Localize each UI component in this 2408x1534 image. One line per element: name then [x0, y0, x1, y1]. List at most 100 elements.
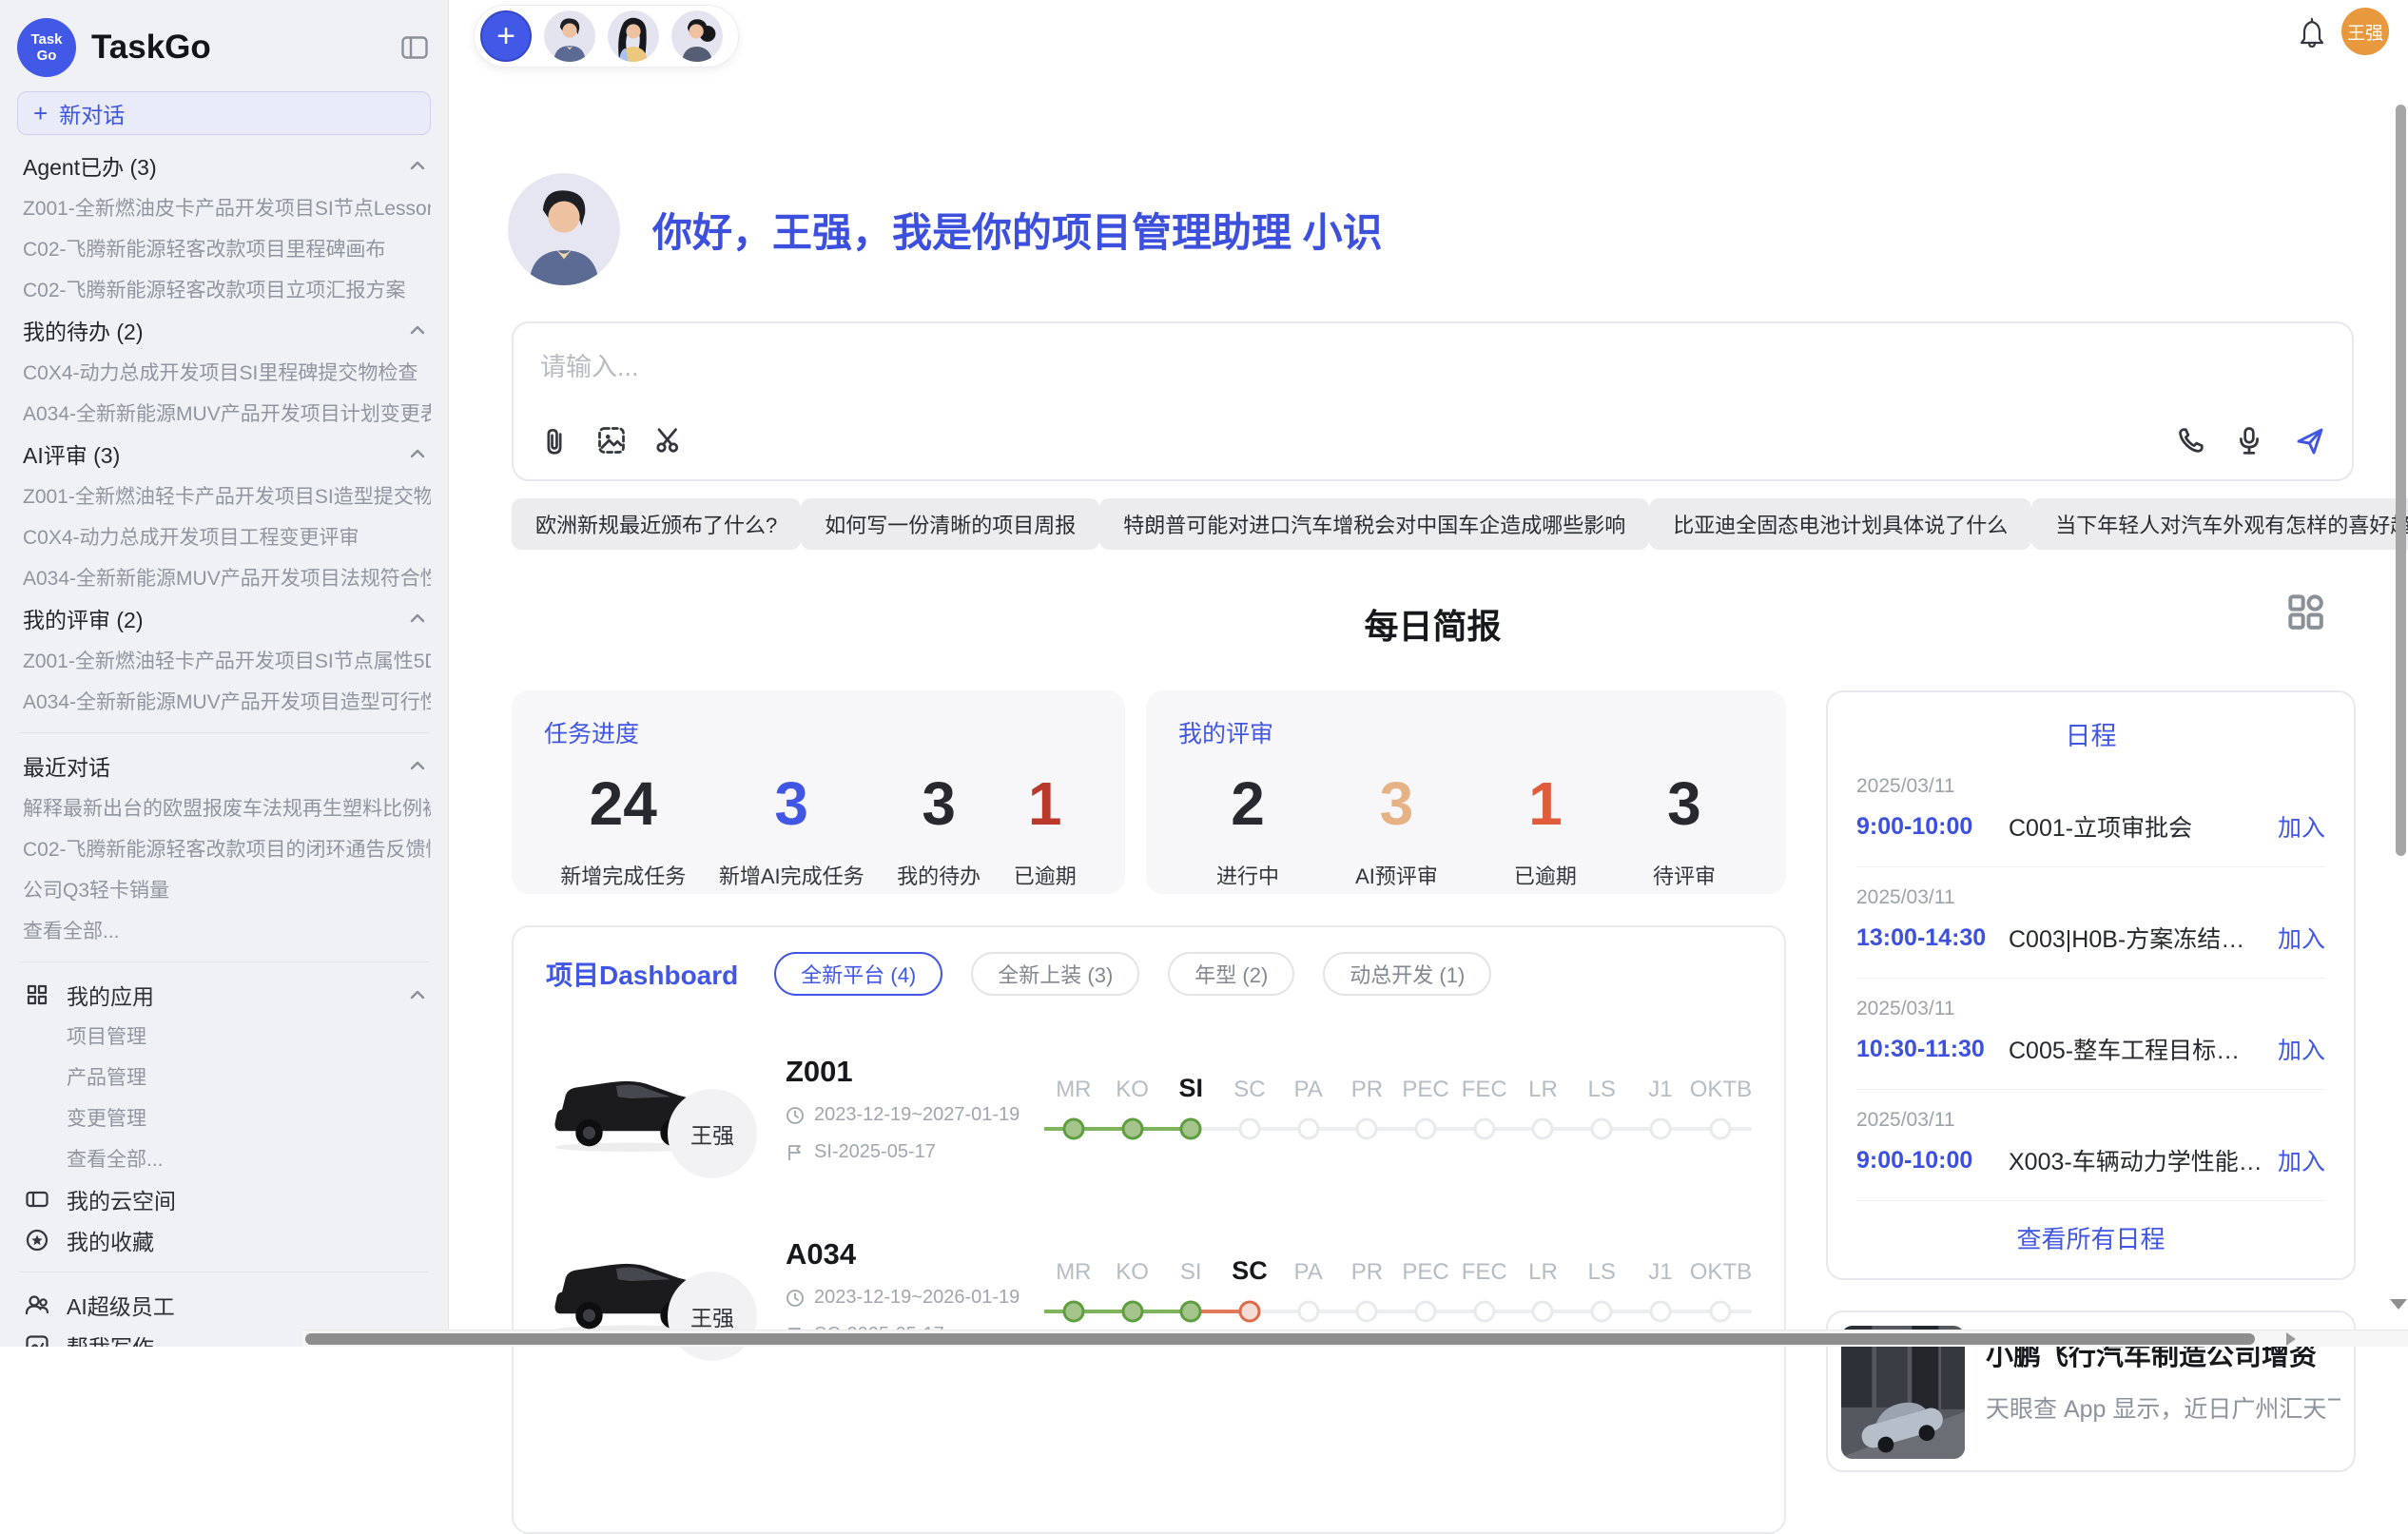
recent-chat-item[interactable]: 解释最新出台的欧盟报废车法规再生塑料比例被调至15%... [17, 786, 431, 827]
sidebar-group-header[interactable]: 我的待办 (2) [17, 309, 431, 351]
sidebar-item-favorites[interactable]: 我的收藏 [17, 1219, 431, 1260]
assistant-avatar [508, 173, 620, 285]
bell-icon[interactable] [2295, 15, 2329, 53]
group-title: Agent已办 (3) [23, 149, 410, 182]
suggestion-chip[interactable]: 当下年轻人对汽车外观有怎样的喜好趋势 [2031, 498, 2408, 550]
sidebar-task-item[interactable]: C0X4-动力总成开发项目工程变更评审 [17, 515, 431, 556]
project-owner-badge: 王强 [668, 1089, 757, 1178]
suggestion-chip[interactable]: 特朗普可能对进口汽车增税会对中国车企造成哪些影响 [1099, 498, 1649, 550]
milestone-node [1356, 1301, 1378, 1323]
stat-item: 1 已逾期 [1514, 770, 1577, 890]
dashboard-tab[interactable]: 全新上装 (3) [971, 952, 1139, 996]
app-item[interactable]: 产品管理 [17, 1056, 431, 1097]
milestone: J1 [1631, 1071, 1690, 1147]
dashboard-tab[interactable]: 动总开发 (1) [1323, 952, 1491, 996]
assistant-avatar-3[interactable] [671, 10, 723, 62]
milestone-node [1238, 1301, 1260, 1323]
image-icon[interactable] [597, 426, 628, 456]
milestone: OKTB [1690, 1253, 1752, 1330]
stat-value: 3 [922, 770, 956, 837]
suggestion-chip[interactable]: 欧洲新规最近颁布了什么? [512, 498, 801, 550]
dashboard-tab[interactable]: 全新平台 (4) [774, 952, 942, 996]
scissors-icon[interactable] [654, 426, 685, 456]
send-icon[interactable] [2295, 426, 2325, 456]
scroll-right-arrow-icon[interactable] [2286, 1332, 2296, 1346]
milestone: PA [1279, 1071, 1338, 1147]
sidebar-item-cloud-space[interactable]: 我的云空间 [17, 1178, 431, 1219]
suggestion-chip[interactable]: 比亚迪全固态电池计划具体说了什么 [1649, 498, 2031, 550]
layout-grid-icon[interactable] [2287, 593, 2327, 633]
sidebar-task-item[interactable]: A034-全新新能源MUV产品开发项目造型可行性评审 [17, 680, 431, 721]
schedule-card: 日程 2025/03/11 9:00-10:00 C001-立项审批会 加入 2… [1826, 690, 2356, 1280]
schedule-entry: 2025/03/11 9:00-10:00 X003-车辆动力学性能验... 加… [1856, 1109, 2325, 1201]
stat-item: 24 新增完成任务 [560, 770, 686, 890]
dashboard-title: 项目Dashboard [546, 955, 738, 993]
sidebar-task-item[interactable]: Z001-全新燃油轻卡产品开发项目SI节点属性5D文件评审 [17, 639, 431, 680]
join-link[interactable]: 加入 [2278, 921, 2325, 955]
recent-chats-header[interactable]: 最近对话 [17, 745, 431, 786]
mic-icon[interactable] [2236, 426, 2266, 456]
task-progress-card: 任务进度 24 新增完成任务 3 新增AI完成任务 3 我的待办 1 已逾期 [512, 690, 1125, 894]
my-apps-title: 我的应用 [67, 979, 410, 1011]
schedule-event-title: C003|H0B-方案冻结评审 [2009, 921, 2262, 955]
sidebar-task-item[interactable]: Z001-全新燃油轻卡产品开发项目SI造型提交物评审 [17, 475, 431, 515]
assistant-switcher: + [474, 5, 739, 68]
panel-collapse-icon[interactable] [398, 33, 431, 62]
group-title: 我的待办 (2) [23, 314, 410, 346]
recent-chat-item[interactable]: 查看全部... [17, 909, 431, 950]
scroll-down-arrow-icon[interactable] [2390, 1299, 2407, 1310]
sidebar-task-item[interactable]: A034-全新新能源MUV产品开发项目法规符合性评审 [17, 556, 431, 597]
app-item[interactable]: 项目管理 [17, 1015, 431, 1056]
schedule-time: 10:30-11:30 [1856, 1036, 2009, 1063]
sidebar-task-item[interactable]: C0X4-动力总成开发项目SI里程碑提交物检查 [17, 351, 431, 392]
phone-icon[interactable] [2177, 426, 2207, 456]
sidebar-task-item[interactable]: C02-飞腾新能源轻客改款项目立项汇报方案 [17, 268, 431, 309]
assistant-avatar-1[interactable] [544, 10, 595, 62]
suggestion-chip[interactable]: 如何写一份清晰的项目周报 [801, 498, 1099, 550]
brand-title: TaskGo [91, 29, 398, 67]
user-avatar[interactable]: 王强 [2341, 8, 2389, 55]
new-chat-button[interactable]: + 新对话 [17, 91, 431, 135]
schedule-date: 2025/03/11 [1856, 998, 2325, 1020]
milestone-node [1649, 1118, 1671, 1140]
milestone-node [1121, 1301, 1143, 1323]
milestone: SC [1220, 1253, 1279, 1330]
paperclip-icon[interactable] [540, 426, 571, 456]
greeting-title: 你好，王强，我是你的项目管理助理 小识 [652, 201, 1383, 259]
join-link[interactable]: 加入 [2278, 1032, 2325, 1066]
add-assistant-button[interactable]: + [480, 10, 532, 62]
sidebar-task-item[interactable]: A034-全新新能源MUV产品开发项目计划变更表编写 [17, 392, 431, 433]
app-item[interactable]: 查看全部... [17, 1137, 431, 1178]
milestone-node [1121, 1118, 1143, 1140]
view-all-schedule-link[interactable]: 查看所有日程 [1856, 1220, 2325, 1255]
recent-chat-item[interactable]: C02-飞腾新能源轻客改款项目的闭环通告反馈情况 [17, 827, 431, 868]
stat-label: 新增完成任务 [560, 860, 686, 890]
sidebar-item-ai-staff[interactable]: AI超级员工 [17, 1284, 431, 1325]
my-apps-header[interactable]: 我的应用 [17, 974, 431, 1015]
horizontal-scrollbar-thumb[interactable] [305, 1333, 2255, 1345]
sidebar-group-header[interactable]: 我的评审 (2) [17, 597, 431, 639]
sidebar-group-header[interactable]: Agent已办 (3) [17, 145, 431, 186]
dashboard-tab[interactable]: 年型 (2) [1168, 952, 1294, 996]
favorites-label: 我的收藏 [67, 1224, 154, 1256]
join-link[interactable]: 加入 [2278, 1143, 2325, 1177]
milestone-label: LR [1514, 1253, 1573, 1293]
assistant-avatar-2[interactable] [608, 10, 659, 62]
schedule-entry: 2025/03/11 13:00-14:30 C003|H0B-方案冻结评审 加… [1856, 886, 2325, 979]
message-input[interactable]: 请输入... [540, 346, 2325, 426]
stat-label: 已逾期 [1014, 860, 1077, 890]
sidebar-task-item[interactable]: C02-飞腾新能源轻客改款项目里程碑画布 [17, 227, 431, 268]
sidebar-task-item[interactable]: Z001-全新燃油皮卡产品开发项目SI节点Lesson Learn报告 [17, 186, 431, 227]
stat-label: 待评审 [1653, 860, 1716, 890]
join-link[interactable]: 加入 [2278, 809, 2325, 844]
app-item[interactable]: 变更管理 [17, 1097, 431, 1137]
sidebar-task-group: 我的待办 (2) C0X4-动力总成开发项目SI里程碑提交物检查A034-全新新… [17, 309, 431, 433]
recent-chat-item[interactable]: 公司Q3轻卡销量 [17, 868, 431, 909]
chevron-up-icon [410, 613, 425, 623]
vertical-scrollbar-thumb[interactable] [2396, 105, 2406, 856]
sidebar-group-header[interactable]: AI评审 (3) [17, 433, 431, 475]
stat-label: 已逾期 [1514, 860, 1577, 890]
milestone-label: MR [1044, 1071, 1103, 1111]
project-row[interactable]: 王强 Z001 2023-12-19~2027-01-19 SI-2025-05… [546, 1039, 1752, 1178]
stat-value: 3 [774, 770, 808, 837]
